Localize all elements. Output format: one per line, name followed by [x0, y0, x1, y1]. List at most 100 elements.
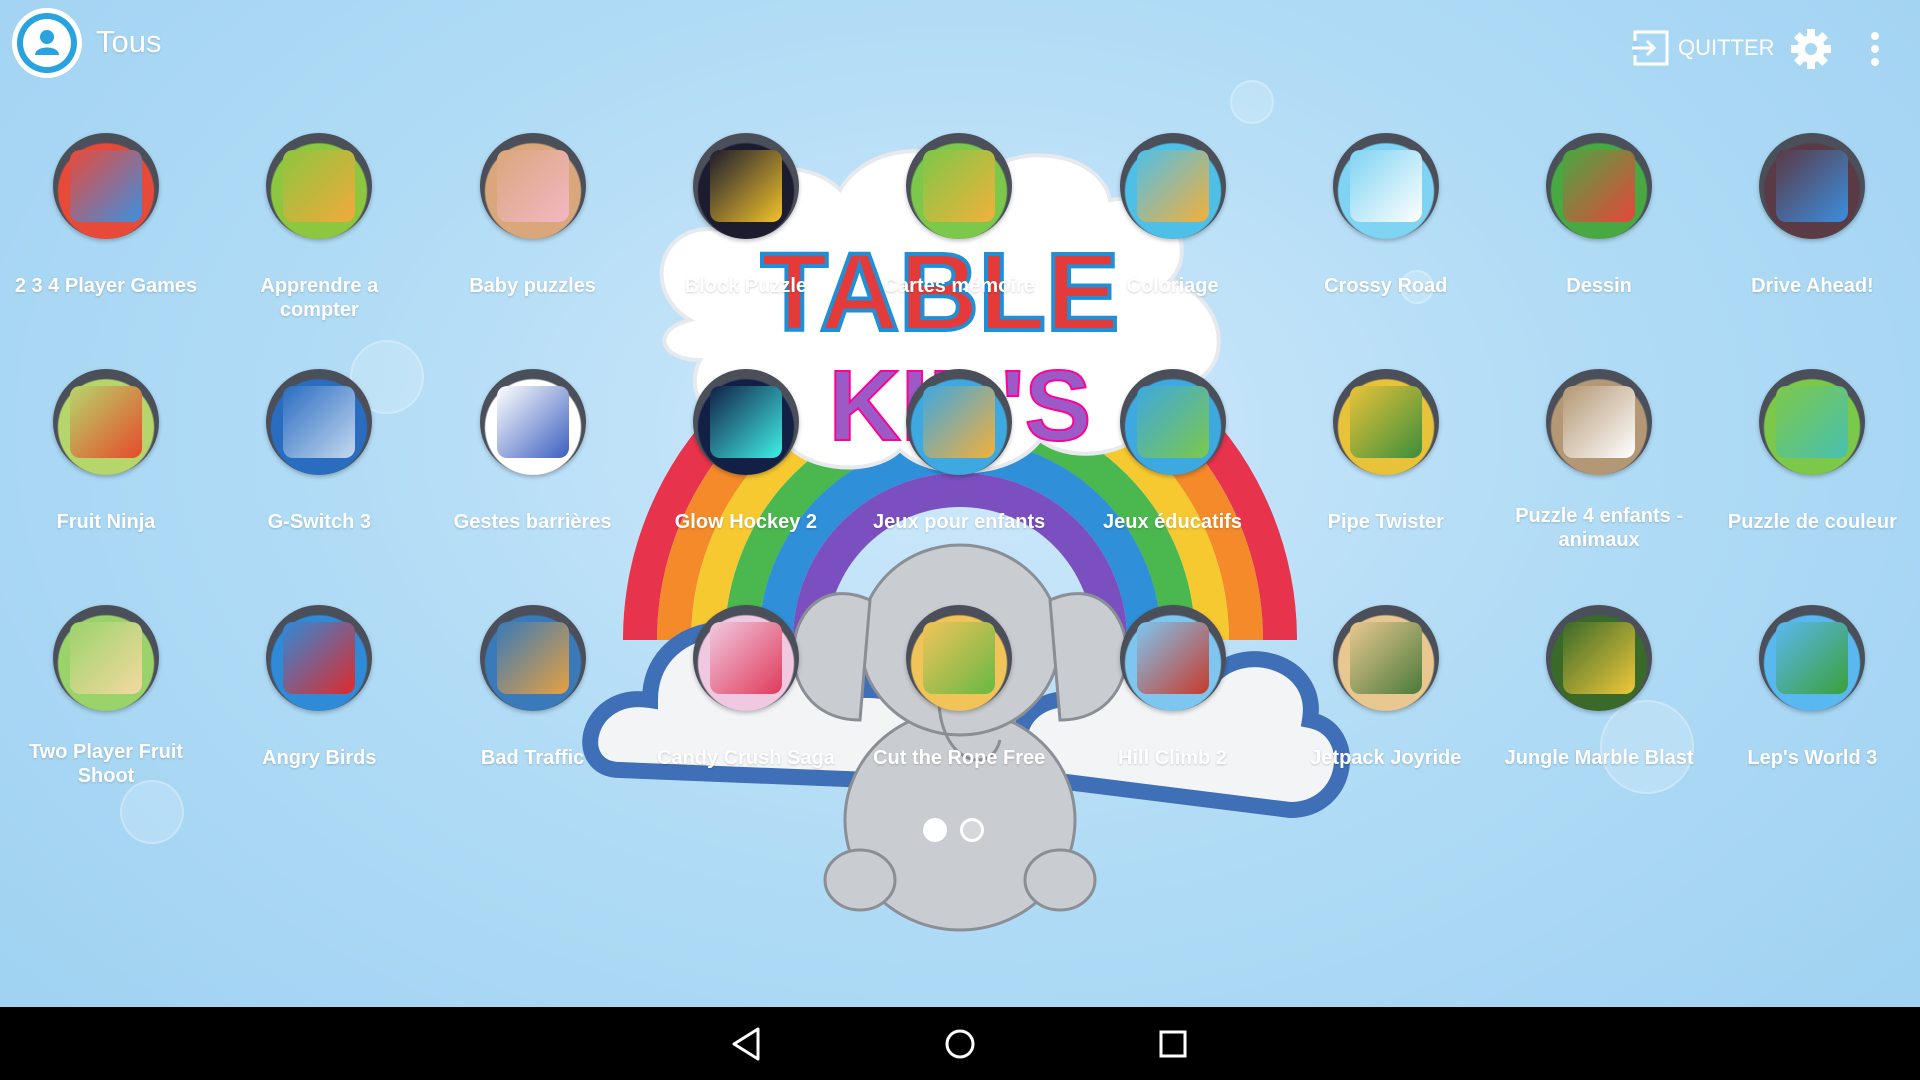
- app-tile[interactable]: Coloriage: [1073, 130, 1273, 350]
- app-tile[interactable]: Candy Crush Saga: [646, 602, 846, 822]
- app-artwork: [709, 386, 782, 458]
- app-label: Dessin: [1566, 275, 1632, 297]
- app-tile[interactable]: Baby puzzles: [433, 130, 633, 350]
- back-icon[interactable]: [724, 1021, 770, 1067]
- recents-icon[interactable]: [1150, 1021, 1196, 1067]
- bear-green-icon: [1759, 369, 1866, 475]
- system-nav-bar: [0, 1007, 1920, 1080]
- traffic-icon: [479, 605, 586, 711]
- blocks-icon: [692, 133, 799, 239]
- page-dot-2[interactable]: [960, 818, 984, 842]
- app-label: G-Switch 3: [267, 511, 371, 533]
- app-tile[interactable]: Jungle Marble Blast: [1499, 602, 1699, 822]
- app-artwork: [1349, 150, 1422, 222]
- app-artwork: [1136, 386, 1209, 458]
- app-label: Angry Birds: [262, 747, 377, 769]
- app-artwork: [1776, 622, 1849, 694]
- app-label: Coloriage: [1126, 275, 1219, 297]
- monster-truck-icon: [1759, 133, 1866, 239]
- app-tile[interactable]: Cut the Rope Free: [859, 602, 1059, 822]
- app-label: Jeux pour enfants: [873, 511, 1046, 533]
- app-artwork: [1136, 150, 1209, 222]
- app-label: Pipe Twister: [1327, 511, 1444, 533]
- app-tile[interactable]: Puzzle de couleur: [1712, 366, 1912, 586]
- app-tile[interactable]: 2 3 4 Player Games: [6, 130, 206, 350]
- app-tile[interactable]: Glow Hockey 2: [646, 366, 846, 586]
- app-label: Candy Crush Saga: [656, 747, 835, 769]
- quit-button[interactable]: QUITTER: [1632, 28, 1775, 68]
- pig-puzzle-icon: [479, 133, 586, 239]
- app-label: Puzzle 4 enfants - animaux: [1515, 505, 1683, 551]
- more-vert-icon[interactable]: [1860, 28, 1890, 70]
- app-tile[interactable]: Cartes mémoire: [859, 130, 1059, 350]
- app-artwork: [496, 386, 569, 458]
- app-artwork: [1776, 150, 1849, 222]
- bear-numbers-icon: [266, 133, 373, 239]
- jetpack-man-icon: [1332, 605, 1439, 711]
- quit-label: QUITTER: [1678, 35, 1775, 60]
- app-label: Jeux éducatifs: [1103, 511, 1242, 533]
- home-icon[interactable]: [937, 1021, 983, 1067]
- app-label: Block Puzzle: [684, 275, 808, 297]
- app-artwork: [1349, 386, 1422, 458]
- page-dot-1[interactable]: [923, 818, 947, 842]
- app-artwork: [496, 150, 569, 222]
- app-label: Cut the Rope Free: [873, 747, 1046, 769]
- app-artwork: [283, 150, 356, 222]
- jeep-icon: [1119, 605, 1226, 711]
- om-nom-icon: [906, 605, 1013, 711]
- multi-game-icon: [53, 133, 159, 239]
- app-label: Two Player Fruit Shoot: [28, 741, 184, 787]
- gear-icon[interactable]: [1788, 26, 1834, 72]
- app-tile[interactable]: Apprendre a compter: [219, 130, 419, 350]
- app-artwork: [709, 150, 782, 222]
- app-tile[interactable]: Hill Climb 2: [1073, 602, 1273, 822]
- bear-globe-icon: [1119, 369, 1226, 475]
- watermelon-slice-icon: [53, 369, 159, 475]
- app-tile[interactable]: Crossy Road: [1286, 130, 1486, 350]
- app-artwork: [1349, 622, 1422, 694]
- app-artwork: [283, 386, 356, 458]
- app-tile[interactable]: Bad Traffic: [433, 602, 633, 822]
- bear-shapes-icon: [906, 133, 1013, 239]
- app-tile[interactable]: Two Player Fruit Shoot: [6, 602, 206, 822]
- app-artwork: [70, 150, 142, 222]
- app-tile[interactable]: Angry Birds: [219, 602, 419, 822]
- profile-avatar-button[interactable]: [12, 8, 82, 78]
- app-tile[interactable]: Jeux éducatifs: [1073, 366, 1273, 586]
- app-tile[interactable]: Jetpack Joyride: [1286, 602, 1486, 822]
- candy-icon: [692, 605, 799, 711]
- app-artwork: [923, 622, 996, 694]
- profile-name[interactable]: Tous: [96, 24, 161, 60]
- app-artwork: [923, 150, 996, 222]
- app-tile[interactable]: Block Puzzle: [646, 130, 846, 350]
- app-tile[interactable]: G-Switch 3: [219, 366, 419, 586]
- bear-pencils-icon: [1119, 133, 1226, 239]
- app-label: Apprendre a compter: [260, 275, 379, 321]
- app-label: Glow Hockey 2: [674, 511, 818, 533]
- virus-shield-icon: [479, 369, 586, 475]
- app-tile[interactable]: Jeux pour enfants: [859, 366, 1059, 586]
- app-tile[interactable]: Gestes barrières: [433, 366, 633, 586]
- app-label: Puzzle de couleur: [1727, 511, 1897, 533]
- app-tile[interactable]: Fruit Ninja: [6, 366, 206, 586]
- exit-icon: [1632, 30, 1669, 66]
- app-tile[interactable]: Puzzle 4 enfants - animaux: [1499, 366, 1699, 586]
- marble-ring-icon: [1546, 605, 1653, 711]
- user-icon: [17, 13, 77, 73]
- app-tile[interactable]: Drive Ahead!: [1712, 130, 1912, 350]
- red-bird-icon: [266, 605, 373, 711]
- app-artwork: [1776, 386, 1849, 458]
- app-artwork: [923, 386, 996, 458]
- bear-blocks-icon: [906, 369, 1013, 475]
- app-artwork: [496, 622, 569, 694]
- app-tile[interactable]: Dessin: [1499, 130, 1699, 350]
- app-tile[interactable]: Pipe Twister: [1286, 366, 1486, 586]
- pipes-icon: [1332, 369, 1439, 475]
- cow-puzzle-icon: [1546, 369, 1653, 475]
- app-label: Bad Traffic: [480, 747, 585, 769]
- app-label: Fruit Ninja: [56, 511, 156, 533]
- app-label: Baby puzzles: [469, 275, 596, 297]
- app-label: Hill Climb 2: [1118, 747, 1227, 769]
- app-tile[interactable]: Lep's World 3: [1712, 602, 1912, 822]
